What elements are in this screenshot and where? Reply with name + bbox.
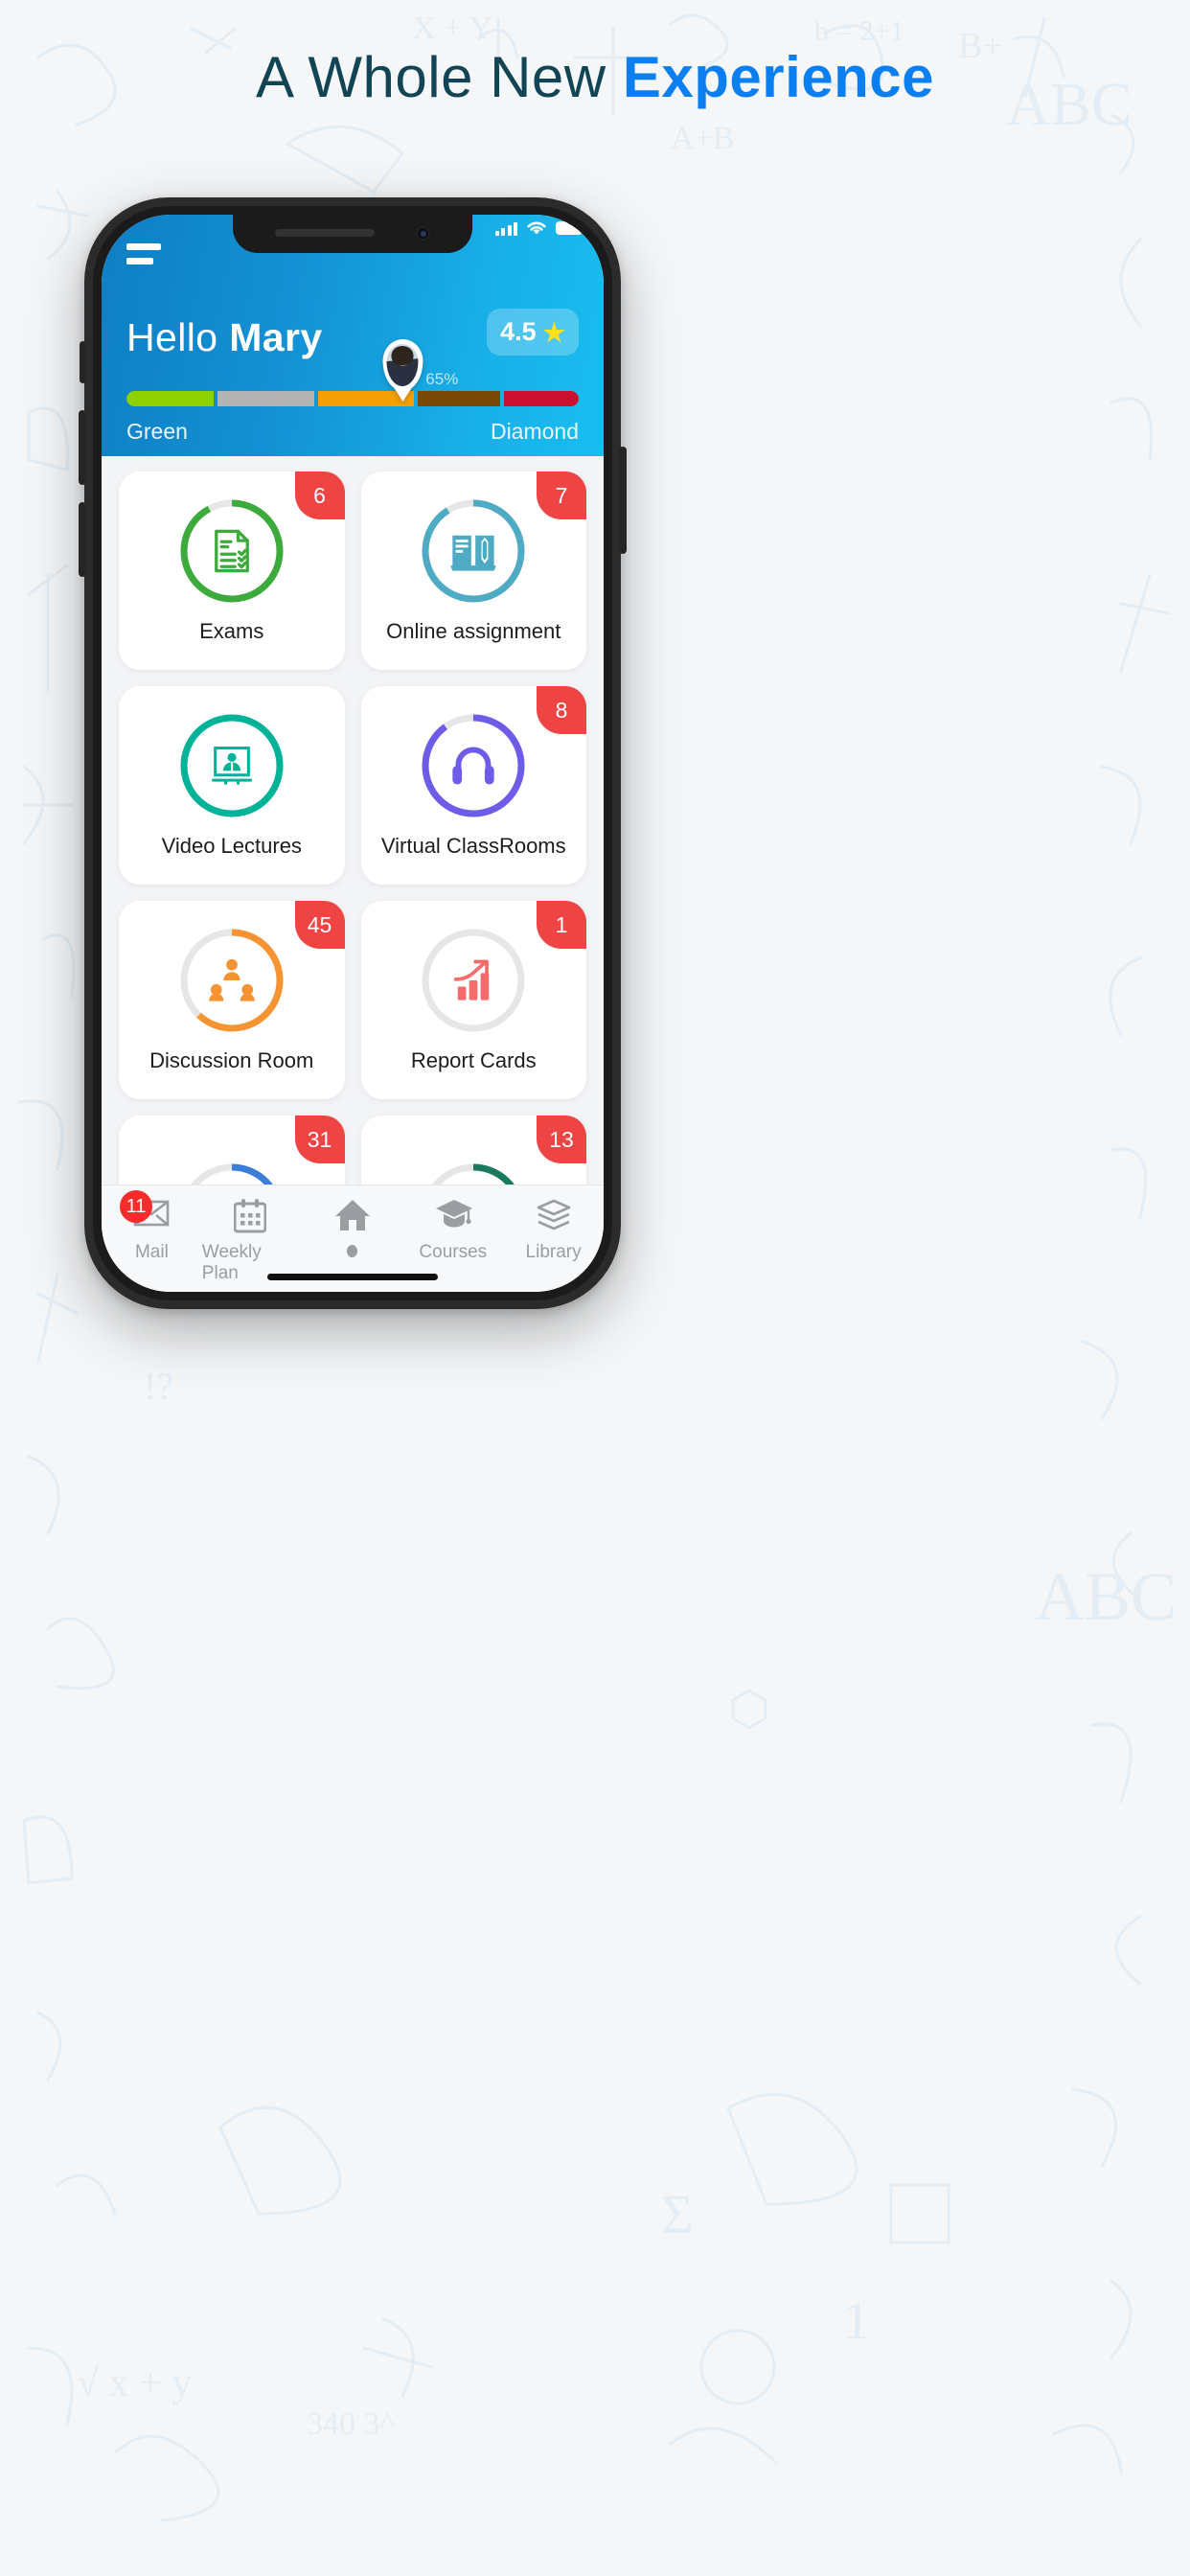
nav-item-mail[interactable]: Mail 11 <box>102 1190 202 1263</box>
svg-text:b = 2+1: b = 2+1 <box>814 15 904 47</box>
open-book-pencil-icon <box>450 535 497 571</box>
svg-text:1: 1 <box>843 2291 870 2351</box>
wifi-icon <box>527 221 546 235</box>
svg-text:X + Y: X + Y <box>412 11 492 46</box>
star-icon: ★ <box>542 317 565 347</box>
nav-item-home[interactable] <box>303 1199 403 1257</box>
headline-accent: Experience <box>622 45 934 109</box>
progress-segment-diamond <box>504 391 579 406</box>
progress-ring <box>178 497 286 605</box>
group-discussion-icon <box>208 958 255 1001</box>
svg-text:!?: !? <box>144 1365 173 1408</box>
signal-bars-icon <box>494 221 517 236</box>
tier-label-right: Diamond <box>490 419 579 444</box>
calendar-icon <box>233 1199 270 1235</box>
volume-up-button[interactable] <box>79 410 86 485</box>
user-avatar-pin <box>382 339 423 391</box>
feature-card[interactable]: Exams 6 <box>119 472 345 670</box>
books-stack-icon <box>536 1199 572 1235</box>
nav-label: Mail <box>134 1242 169 1262</box>
rating-value: 4.5 <box>500 317 537 346</box>
phone-screen: Hello Mary 4.5 ★ 65% Green Diamond Exams… <box>102 215 604 1292</box>
progress-ring <box>178 712 286 819</box>
earpiece-speaker <box>275 229 375 237</box>
card-label: Online assignment <box>386 619 561 643</box>
tier-progress: 65% <box>126 339 579 406</box>
card-badge: 6 <box>294 472 345 519</box>
nav-item-courses[interactable]: Courses <box>402 1199 503 1263</box>
graduation-cap-icon <box>435 1199 472 1235</box>
phone-mockup: Hello Mary 4.5 ★ 65% Green Diamond Exams… <box>79 197 627 1309</box>
progress-segment-silver <box>217 391 314 406</box>
tier-labels: Green Diamond <box>126 419 579 445</box>
avatar-photo <box>386 344 419 386</box>
feature-card-grid: Exams 6 Online assignment 7 Video Lectur… <box>102 456 604 1292</box>
video-presenter-icon <box>211 747 252 785</box>
feature-card[interactable]: Discussion Room 45 <box>119 901 345 1099</box>
growth-chart-icon <box>453 959 490 1000</box>
card-label: Exams <box>199 619 264 643</box>
headphones-icon <box>452 747 494 785</box>
card-label: Video Lectures <box>161 834 302 858</box>
greeting-prefix: Hello <box>126 315 230 359</box>
svg-text:⬡: ⬡ <box>728 1682 770 1736</box>
nav-item-library[interactable]: Library <box>503 1199 604 1263</box>
card-badge: 7 <box>537 472 586 519</box>
card-badge: 13 <box>537 1116 586 1163</box>
headline-plain: A Whole New <box>255 45 623 109</box>
greeting-text: Hello Mary <box>126 315 323 360</box>
progress-ring <box>420 927 527 1034</box>
card-badge: 31 <box>294 1116 345 1163</box>
progress-segment-bronze <box>417 391 501 406</box>
dashboard-scroll-area[interactable]: Exams 6 Online assignment 7 Video Lectur… <box>102 456 604 1292</box>
phone-notch <box>233 215 472 253</box>
progress-segment-green <box>126 391 215 406</box>
card-label: Virtual ClassRooms <box>380 834 566 858</box>
power-button[interactable] <box>619 447 627 554</box>
svg-text:√ x + y: √ x + y <box>77 2361 192 2405</box>
svg-text:340 3^: 340 3^ <box>307 2406 396 2442</box>
feature-card[interactable]: Video Lectures <box>119 686 345 885</box>
hamburger-menu-icon[interactable] <box>126 243 161 272</box>
feature-card[interactable]: Virtual ClassRooms 8 <box>360 686 586 885</box>
progress-percent-label: 65% <box>425 370 459 388</box>
home-icon <box>334 1199 371 1235</box>
home-indicator[interactable] <box>267 1274 438 1280</box>
card-badge: 1 <box>537 901 586 949</box>
page-headline: A Whole New Experience <box>0 44 1190 110</box>
nav-badge: 11 <box>120 1190 152 1223</box>
nav-item-weekly-plan[interactable]: Weekly Plan <box>202 1199 303 1284</box>
card-label: Report Cards <box>410 1048 537 1072</box>
nav-label: Courses <box>419 1242 488 1262</box>
active-indicator-dot <box>347 1245 358 1257</box>
rating-badge[interactable]: 4.5 ★ <box>487 309 579 356</box>
svg-text:Σ: Σ <box>661 2183 694 2245</box>
volume-down-button[interactable] <box>79 502 86 577</box>
mute-switch[interactable] <box>80 341 86 383</box>
nav-label: Library <box>525 1242 582 1262</box>
feature-card[interactable]: Online assignment 7 <box>360 472 586 670</box>
card-badge: 8 <box>537 686 586 734</box>
svg-text:ABC: ABC <box>1035 1558 1177 1635</box>
front-camera-icon <box>416 226 430 241</box>
feature-card[interactable]: Report Cards 1 <box>360 901 586 1099</box>
checklist-document-icon <box>214 529 249 573</box>
progress-ring <box>420 712 527 819</box>
card-label: Discussion Room <box>149 1048 314 1072</box>
progress-ring <box>178 927 286 1034</box>
avatar-progress-marker[interactable]: 65% <box>382 339 458 391</box>
card-badge: 45 <box>294 901 345 949</box>
tier-label-left: Green <box>126 419 188 444</box>
progress-bar[interactable] <box>126 391 579 406</box>
svg-text:A+B: A+B <box>671 121 734 156</box>
user-name: Mary <box>229 315 323 359</box>
battery-full-icon <box>556 221 585 235</box>
progress-ring <box>420 497 527 605</box>
status-bar <box>494 220 585 236</box>
